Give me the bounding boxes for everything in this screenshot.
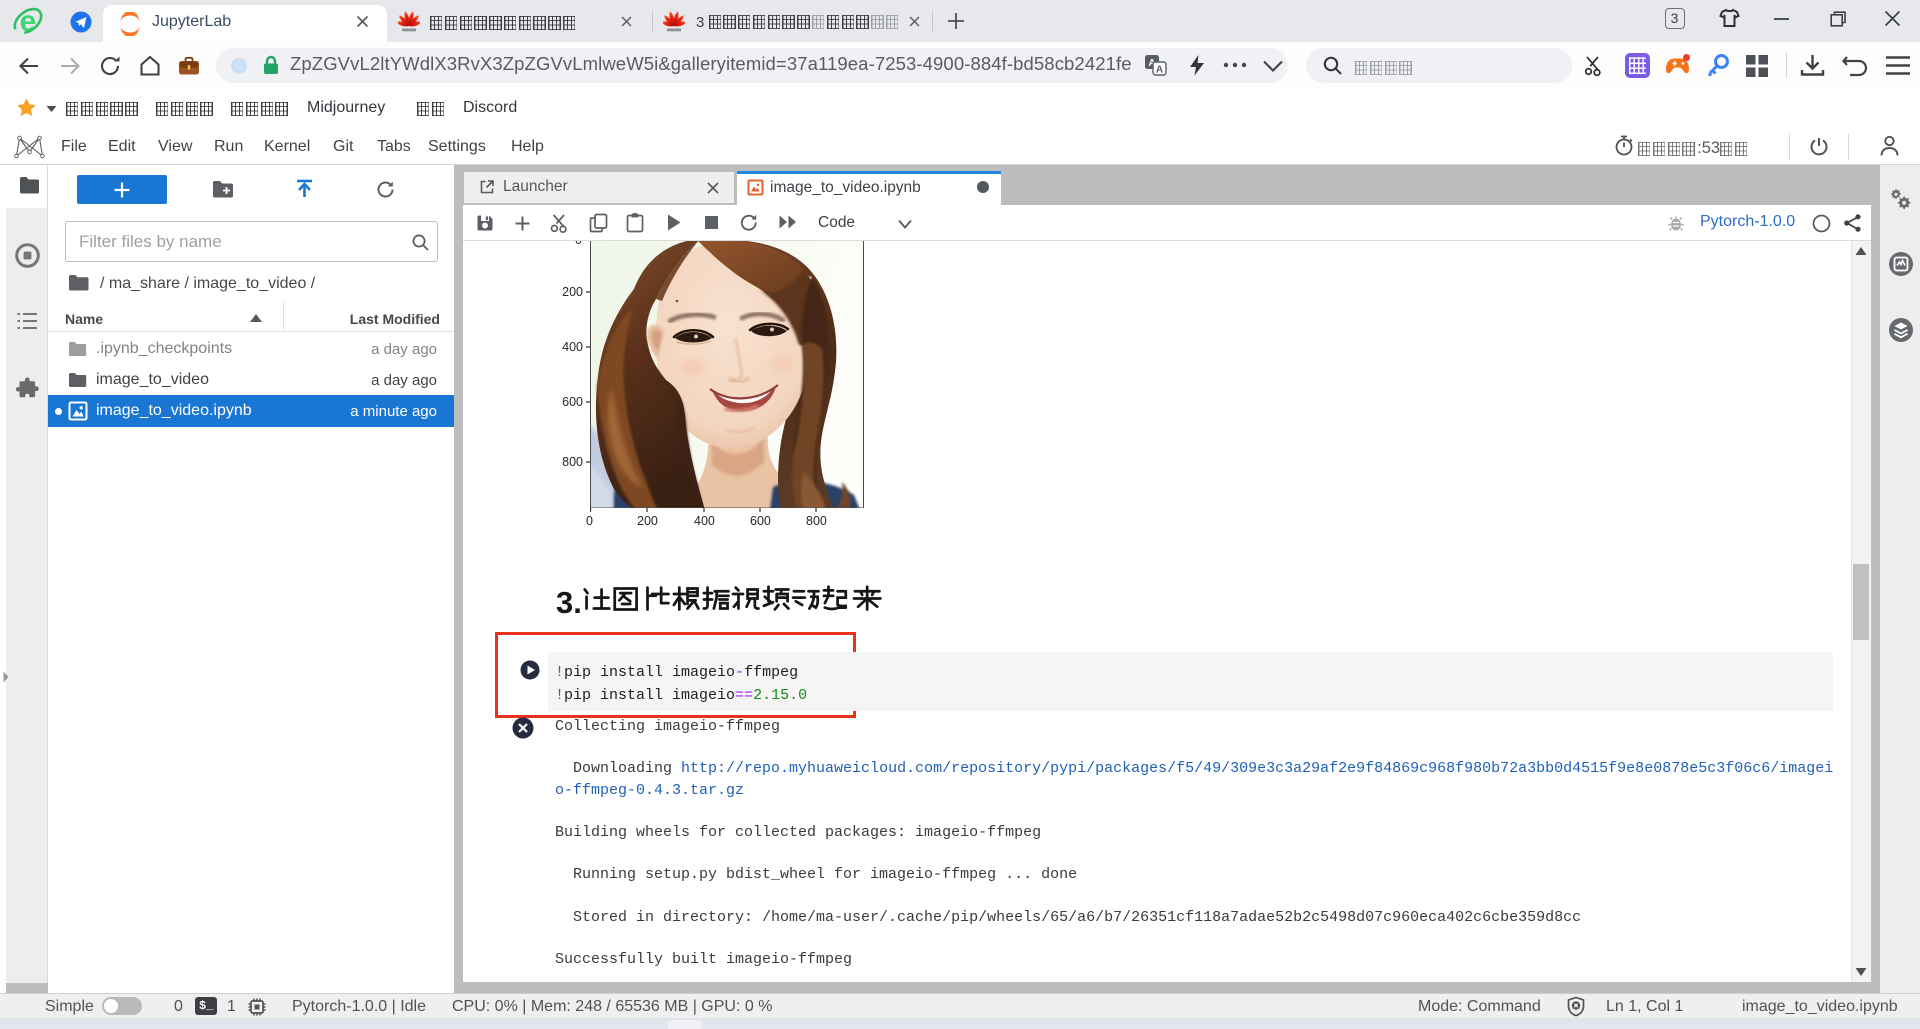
svg-text:A: A bbox=[1156, 65, 1163, 76]
